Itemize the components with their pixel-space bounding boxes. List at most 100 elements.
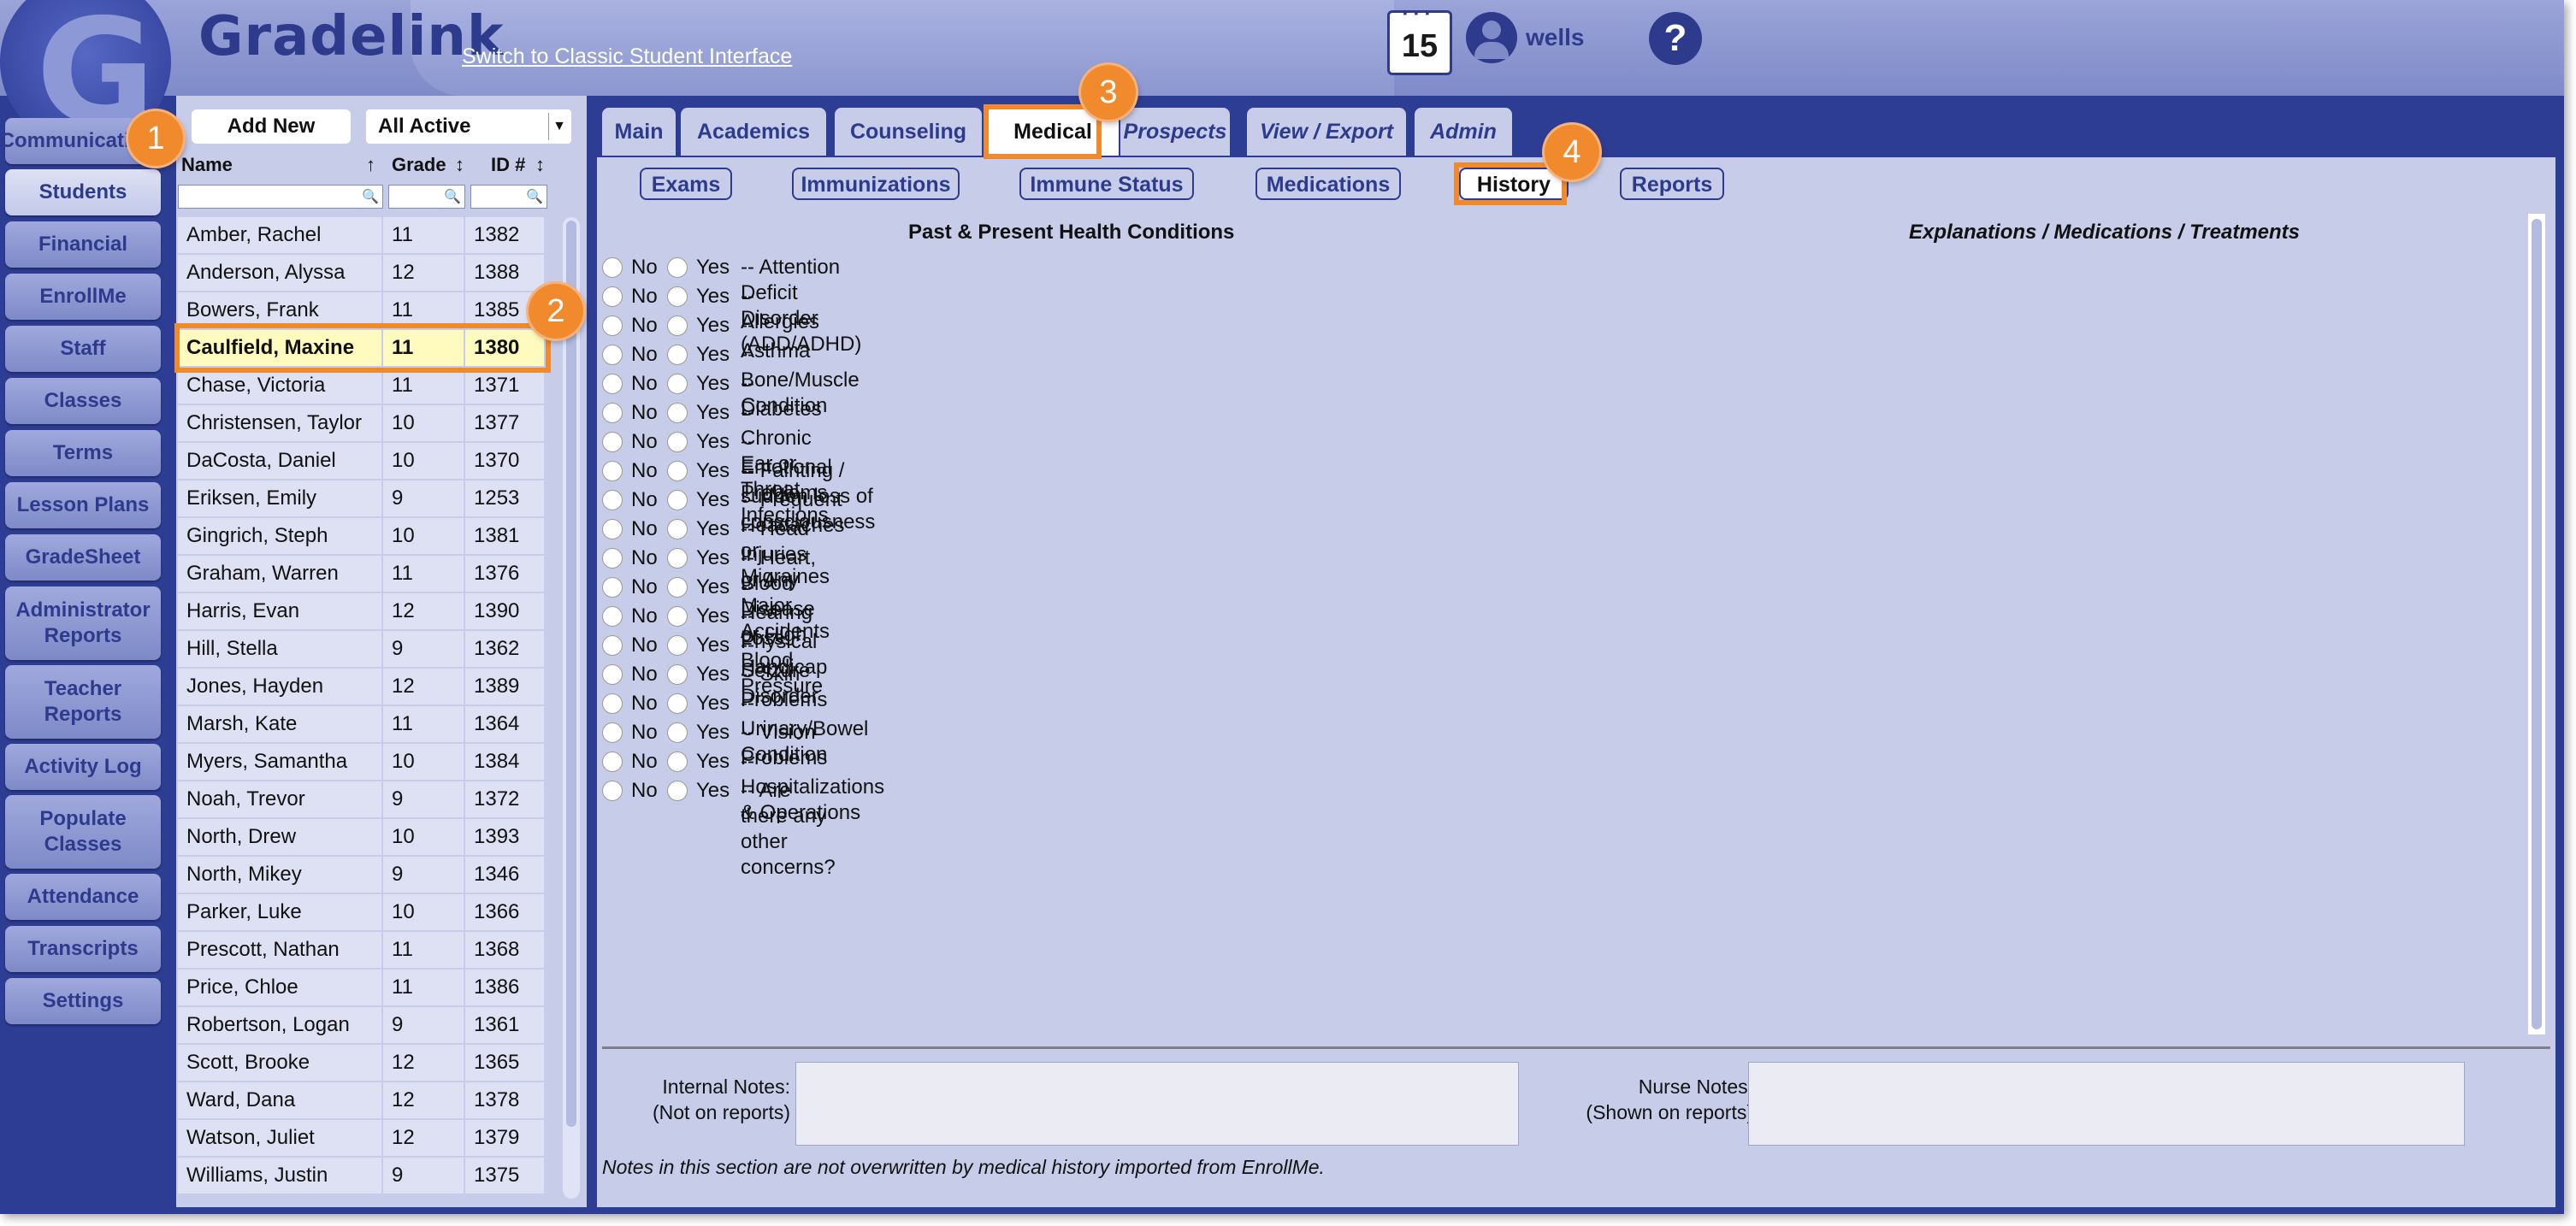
status-filter-select[interactable]: All Active ▼ [366,109,571,144]
yes-radio[interactable] [667,432,688,452]
table-row[interactable]: Watson, Juliet 12 1379 [178,1120,558,1156]
table-row[interactable]: Noah, Trevor 9 1372 [178,781,558,817]
sidebar-item-administrator-reports[interactable]: Administrator Reports [5,586,161,660]
no-radio[interactable] [602,635,623,656]
sidebar-item-settings[interactable]: Settings [5,978,161,1024]
table-row[interactable]: Myers, Samantha 10 1384 [178,744,558,780]
column-header-grade[interactable]: Grade [392,154,457,176]
column-header-name[interactable]: Name [181,154,233,176]
sidebar-item-activity-log[interactable]: Activity Log [5,744,161,790]
yes-radio[interactable] [667,461,688,481]
tab-view-export[interactable]: View / Export [1247,108,1406,156]
username[interactable]: wells [1526,24,1584,51]
no-radio[interactable] [602,577,623,598]
sidebar-item-financial[interactable]: Financial [5,221,161,268]
tab-main[interactable]: Main [602,108,676,156]
subtab-medications[interactable]: Medications [1256,168,1401,200]
table-row[interactable]: Parker, Luke 10 1366 [178,894,558,930]
no-radio[interactable] [602,257,623,278]
table-row[interactable]: Marsh, Kate 11 1364 [178,706,558,742]
tab-prospects[interactable]: Prospects [1120,108,1230,156]
sidebar-item-enrollme[interactable]: EnrollMe [5,274,161,320]
table-row[interactable]: Ward, Dana 12 1378 [178,1082,558,1118]
no-radio[interactable] [602,548,623,569]
student-list-scrollbar[interactable] [563,217,580,1199]
table-row[interactable]: DaCosta, Daniel 10 1370 [178,443,558,479]
no-radio[interactable] [602,461,623,481]
subtab-reports[interactable]: Reports [1620,168,1724,200]
history-scrollbar[interactable] [2528,214,2545,1034]
no-radio[interactable] [602,519,623,539]
sidebar-item-staff[interactable]: Staff [5,326,161,372]
add-new-button[interactable]: Add New [192,109,351,144]
no-radio[interactable] [602,722,623,743]
no-radio[interactable] [602,345,623,365]
yes-radio[interactable] [667,548,688,569]
sort-icon[interactable]: ↕ [455,154,464,176]
id-search-input[interactable]: 🔍 [470,185,547,209]
table-row[interactable]: Eriksen, Emily 9 1253 [178,480,558,516]
tab-counseling[interactable]: Counseling [835,108,982,156]
table-row[interactable]: North, Mikey 9 1346 [178,857,558,893]
table-row[interactable]: Christensen, Taylor 10 1377 [178,405,558,441]
no-radio[interactable] [602,781,623,801]
sidebar-item-gradesheet[interactable]: GradeSheet [5,534,161,581]
no-radio[interactable] [602,693,623,714]
yes-radio[interactable] [667,490,688,510]
sidebar-item-lesson-plans[interactable]: Lesson Plans [5,482,161,528]
no-radio[interactable] [602,432,623,452]
yes-radio[interactable] [667,345,688,365]
yes-radio[interactable] [667,752,688,772]
name-search-input[interactable]: 🔍 [178,185,383,209]
sidebar-item-students[interactable]: Students [5,169,161,215]
chevron-down-icon[interactable]: ▼ [548,113,570,140]
tab-academics[interactable]: Academics [681,108,826,156]
column-header-id[interactable]: ID # [491,154,525,176]
yes-radio[interactable] [667,781,688,801]
classic-interface-link[interactable]: Switch to Classic Student Interface [462,44,792,69]
no-radio[interactable] [602,664,623,685]
sort-icon[interactable]: ↕ [535,154,545,176]
sidebar-item-classes[interactable]: Classes [5,378,161,424]
internal-notes-field[interactable] [795,1062,1519,1146]
sidebar-item-terms[interactable]: Terms [5,430,161,476]
table-row[interactable]: Hill, Stella 9 1362 [178,631,558,667]
table-row[interactable]: Prescott, Nathan 11 1368 [178,932,558,968]
table-row[interactable]: North, Drew 10 1393 [178,819,558,855]
no-radio[interactable] [602,315,623,336]
no-radio[interactable] [602,606,623,627]
table-row[interactable]: Jones, Hayden 12 1389 [178,669,558,704]
table-row[interactable]: Scott, Brooke 12 1365 [178,1045,558,1081]
table-row[interactable]: Price, Chloe 11 1386 [178,970,558,1005]
nurse-notes-field[interactable] [1748,1062,2465,1146]
table-row[interactable]: Williams, Justin 9 1375 [178,1158,558,1194]
table-row[interactable]: Anderson, Alyssa 12 1388 [178,255,558,291]
yes-radio[interactable] [667,577,688,598]
grade-search-input[interactable]: 🔍 [388,185,465,209]
sidebar-item-populate-classes[interactable]: Populate Classes [5,795,161,869]
help-icon[interactable]: ? [1649,12,1702,65]
sidebar-item-transcripts[interactable]: Transcripts [5,926,161,972]
sidebar-item-attendance[interactable]: Attendance [5,874,161,920]
yes-radio[interactable] [667,519,688,539]
sort-asc-icon[interactable]: ↑ [366,154,375,176]
no-radio[interactable] [602,403,623,423]
yes-radio[interactable] [667,403,688,423]
table-row[interactable]: Amber, Rachel 11 1382 [178,217,558,253]
subtab-exams[interactable]: Exams [640,168,732,200]
no-radio[interactable] [602,490,623,510]
yes-radio[interactable] [667,374,688,394]
sidebar-item-teacher-reports[interactable]: Teacher Reports [5,665,161,739]
calendar-icon[interactable]: ▪▪▪ 15 [1387,6,1452,75]
table-row[interactable]: Gingrich, Steph 10 1381 [178,518,558,554]
table-row[interactable]: Harris, Evan 12 1390 [178,593,558,629]
subtab-immunizations[interactable]: Immunizations [792,168,960,200]
table-row[interactable]: Chase, Victoria 11 1371 [178,368,558,404]
user-icon[interactable] [1466,12,1517,63]
yes-radio[interactable] [667,635,688,656]
yes-radio[interactable] [667,257,688,278]
yes-radio[interactable] [667,722,688,743]
no-radio[interactable] [602,374,623,394]
yes-radio[interactable] [667,286,688,307]
yes-radio[interactable] [667,315,688,336]
